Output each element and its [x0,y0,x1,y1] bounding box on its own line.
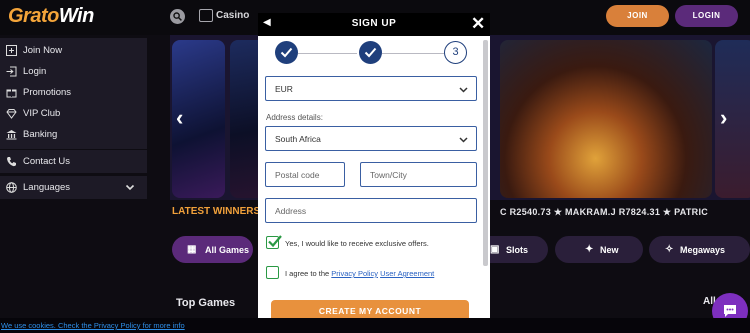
chevron-down-icon [459,87,468,93]
modal-scrollbar[interactable] [483,40,488,266]
chat-icon [724,305,736,317]
sidebar-item-label: Contact Us [23,156,70,167]
sidebar-item-label: VIP Club [23,108,61,119]
country-value: South Africa [275,134,321,144]
cookie-notice-link[interactable]: We use cookies. Check the Privacy Policy… [1,321,185,330]
tab-label: New [600,245,619,255]
sidebar-item-banking[interactable]: Banking [0,124,147,145]
chevron-down-icon [125,184,135,191]
signup-modal-body: 3 EUR Address details: South Africa Post… [258,36,490,318]
top-games-heading: Top Games [176,297,236,309]
cookie-bar[interactable]: We use cookies. Check the Privacy Policy… [0,318,750,333]
login-icon [6,66,17,77]
winners-ticker: C R2540.73 ★ MAKRAM.J R7824.31 ★ PATRIC [500,207,709,217]
check-icon [268,235,282,248]
privacy-policy-link[interactable]: Privacy Policy [331,269,378,278]
currency-value: EUR [275,84,293,94]
signup-modal-header: ◀ SIGN UP ✕ [258,13,490,36]
step-2-complete [359,41,382,64]
slots-icon: ▣ [490,244,500,255]
sidebar-contact-group: Contact Us [0,150,147,173]
sidebar-item-login[interactable]: Login [0,61,147,82]
currency-select[interactable]: EUR [265,76,477,101]
city-field[interactable]: Town/City [360,162,477,187]
check-icon [364,47,377,58]
sidebar-item-label: Languages [23,182,71,193]
carousel-next-icon[interactable]: › [720,105,727,131]
gift-icon [6,89,17,98]
tab-label: Megaways [680,245,726,255]
sidebar-item-label: Login [23,66,47,77]
agree-checkbox[interactable] [266,266,279,279]
tab-megaways[interactable]: ✧ Megaways [649,236,750,263]
chevron-down-icon [459,137,468,143]
login-button[interactable]: LOGIN [675,5,738,27]
carousel-prev-icon[interactable]: ‹ [176,105,183,131]
tab-label: Slots [506,245,529,255]
tab-new[interactable]: ✦ New [555,236,643,263]
user-plus-icon [6,45,17,56]
site-logo[interactable]: GratoWin [8,5,94,28]
megaways-icon: ✧ [665,244,674,255]
logo-text-part1: Grato [8,5,59,27]
sidebar-item-vip-club[interactable]: VIP Club [0,103,147,124]
modal-title: SIGN UP [351,18,397,29]
latest-winners-title: LATEST WINNERS [172,206,261,217]
agree-label: I agree to the Privacy Policy User Agree… [285,269,434,278]
grid-icon: ▦ [187,244,197,255]
sidebar-item-promotions[interactable]: Promotions [0,82,147,103]
city-placeholder: Town/City [370,170,407,180]
offers-checkbox[interactable] [266,235,282,249]
step-connector [298,53,357,54]
sidebar-item-languages[interactable]: Languages [0,177,147,198]
sidebar-item-contact-us[interactable]: Contact Us [0,151,147,172]
address-details-label: Address details: [266,113,323,122]
agree-prefix: I agree to the [285,269,332,278]
globe-icon [6,182,17,193]
sidebar: Join Now Login Promotions VIP Club Banki… [0,35,148,315]
user-agreement-link[interactable]: User Agreement [380,269,434,278]
sidebar-main-group: Join Now Login Promotions VIP Club Banki… [0,38,147,149]
logo-text-part2: Win [58,5,94,27]
step-1-complete [275,41,298,64]
postal-code-field[interactable]: Postal code [265,162,345,187]
sidebar-item-label: Banking [23,129,58,140]
casino-icon[interactable] [199,9,213,22]
close-icon[interactable]: ✕ [471,14,485,34]
sidebar-item-join-now[interactable]: Join Now [0,40,147,61]
diamond-icon [6,109,17,119]
casino-nav-label[interactable]: Casino [216,10,249,21]
step-connector [382,53,444,54]
create-account-button[interactable]: CREATE MY ACCOUNT [271,300,469,318]
tab-all-games[interactable]: ▦ All Games [172,236,253,263]
search-icon[interactable] [170,9,185,24]
address-placeholder: Address [275,206,307,216]
offers-label: Yes, I would like to receive exclusive o… [285,239,429,248]
sparkle-icon: ✦ [585,244,594,255]
sidebar-item-label: Join Now [23,45,63,56]
address-field[interactable]: Address [265,198,477,223]
check-icon [280,47,293,58]
sidebar-item-label: Promotions [23,87,72,98]
page: GratoWin Casino JOIN LOGIN Join Now Logi… [0,0,750,333]
step-3-current: 3 [444,41,467,64]
join-button[interactable]: JOIN [606,5,669,27]
postal-code-placeholder: Postal code [275,170,320,180]
sidebar-languages-group: Languages [0,176,147,199]
phone-icon [7,157,16,167]
tab-label: All Games [205,245,250,255]
bank-icon [6,130,17,140]
carousel-tile-featured[interactable] [500,40,712,198]
country-select[interactable]: South Africa [265,126,477,151]
